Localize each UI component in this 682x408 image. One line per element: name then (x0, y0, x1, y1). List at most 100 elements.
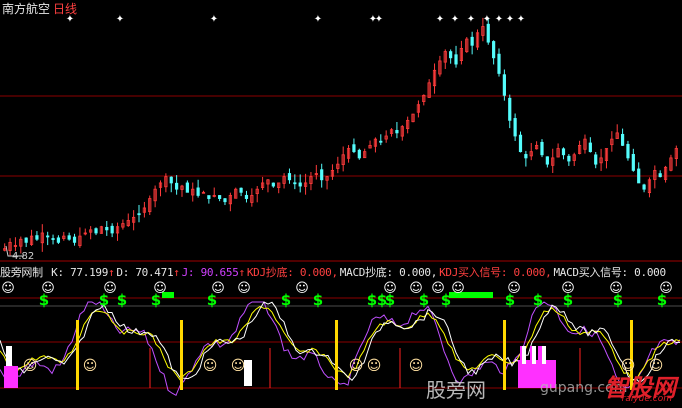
candle-body (492, 41, 496, 59)
candle-body (110, 225, 114, 234)
dollar-signal-icon: $ (313, 291, 323, 309)
dollar-signal-icon: $ (39, 291, 49, 309)
signal-block (6, 346, 12, 366)
candle-body (137, 213, 141, 216)
candle-body (642, 184, 646, 190)
star-marker-icon: ✦ (483, 14, 491, 25)
candle-body (486, 23, 490, 43)
smiley-icon: ☺ (237, 281, 251, 296)
candle-body (35, 235, 39, 240)
candle-body (207, 195, 211, 199)
star-marker-icon: ✦ (506, 14, 514, 25)
star-marker-icon: ✦ (495, 14, 503, 25)
candle-body (631, 153, 635, 171)
dollar-signal-icon: $ (441, 291, 451, 309)
dollar-signal-icon: $ (151, 291, 161, 309)
candle-body (518, 134, 523, 153)
watermark-text: 股旁网 (426, 378, 486, 402)
smiley-icon: ☺ (451, 281, 465, 296)
dollar-signal-icon: $ (207, 291, 217, 309)
candle-body (395, 129, 399, 134)
candle-body (545, 156, 549, 165)
candle-body (175, 182, 179, 190)
candle-body (67, 235, 71, 240)
candle-body (508, 97, 512, 121)
star-marker-icon: ✦ (467, 14, 475, 25)
dollar-signal-icon: $ (99, 291, 109, 309)
candle-body (658, 173, 662, 178)
star-marker-icon: ✦ (517, 14, 525, 25)
candle-body (271, 182, 275, 187)
candle-body (169, 176, 173, 184)
candle-body (620, 133, 625, 146)
period-label[interactable]: 日线 (53, 2, 77, 16)
candle-body (637, 168, 641, 184)
smiley-icon: ☺ (203, 358, 218, 374)
dollar-signal-icon: $ (657, 291, 667, 309)
candle-body (320, 169, 324, 181)
low-price-label: 4.82 (12, 251, 35, 262)
dollar-signal-icon: $ (419, 291, 429, 309)
candle-body (567, 155, 571, 162)
star-marker-icon: ✦ (451, 14, 459, 25)
candle-body (594, 154, 598, 165)
volume-block (538, 346, 542, 360)
star-marker-icon: ✦ (375, 14, 383, 25)
candle-body (379, 140, 383, 143)
signal-block (542, 346, 546, 364)
smiley-icon: ☺ (23, 358, 38, 374)
dollar-signal-icon: $ (505, 291, 515, 309)
candle-body (298, 182, 302, 187)
dollar-signal-icon: $ (563, 291, 573, 309)
smiley-icon: ☺ (83, 358, 98, 374)
dollar-signal-icon: $ (385, 291, 395, 309)
signal-bar (76, 320, 79, 390)
candle-body (94, 228, 98, 234)
candle-body (105, 227, 109, 231)
candle-body (449, 51, 453, 59)
candle-body (513, 118, 517, 137)
candle-body (72, 236, 77, 243)
candle-body (185, 182, 189, 193)
candle-body (293, 182, 297, 185)
stock-name: 南方航空 (2, 2, 51, 16)
candle-body (626, 143, 630, 159)
candle-body (24, 237, 28, 243)
candle-body (588, 142, 592, 153)
dollar-signal-icon: $ (613, 291, 623, 309)
star-marker-icon: ✦ (436, 14, 444, 25)
candle-body (357, 149, 361, 159)
candle-body (51, 238, 55, 240)
candle-body (470, 36, 474, 46)
candle-body (218, 195, 222, 199)
candle-body (497, 53, 501, 74)
chart-title: 南方航空 日线 (2, 0, 77, 17)
signal-bar (335, 320, 338, 390)
smiley-icon: ☺ (295, 281, 309, 296)
candle-body (223, 198, 227, 203)
smiley-icon: ☺ (1, 281, 15, 296)
star-marker-icon: ✦ (116, 14, 124, 25)
dollar-signal-icon: $ (117, 291, 127, 309)
signal-bar (180, 320, 183, 390)
candle-body (287, 173, 292, 181)
candle-body (352, 144, 356, 153)
dollar-signal-icon: $ (533, 291, 543, 309)
candle-body (244, 194, 249, 199)
candle-body (454, 54, 458, 65)
brand-url: raiyue.com (621, 394, 672, 404)
candle-body (524, 154, 528, 159)
candle-body (56, 237, 61, 243)
candle-body (196, 187, 200, 196)
watermark: 股旁网 gupang.com 智股网 raiyue.com (422, 368, 682, 408)
smiley-icon: ☺ (231, 358, 246, 374)
smiley-icon: ☺ (367, 358, 382, 374)
price-chart[interactable]: ✦ ✦ ✦ ✦ ✦✦ ✦ ✦ ✦ ✦ ✦ ✦ ✦ (0, 0, 682, 262)
signal-block (532, 346, 536, 364)
candle-body (46, 235, 50, 238)
candle-body (239, 187, 243, 193)
volume-block (4, 366, 18, 388)
dollar-signal-icon: $ (281, 291, 291, 309)
star-marker-icon: ✦ (314, 14, 322, 25)
signal-block (522, 346, 526, 364)
